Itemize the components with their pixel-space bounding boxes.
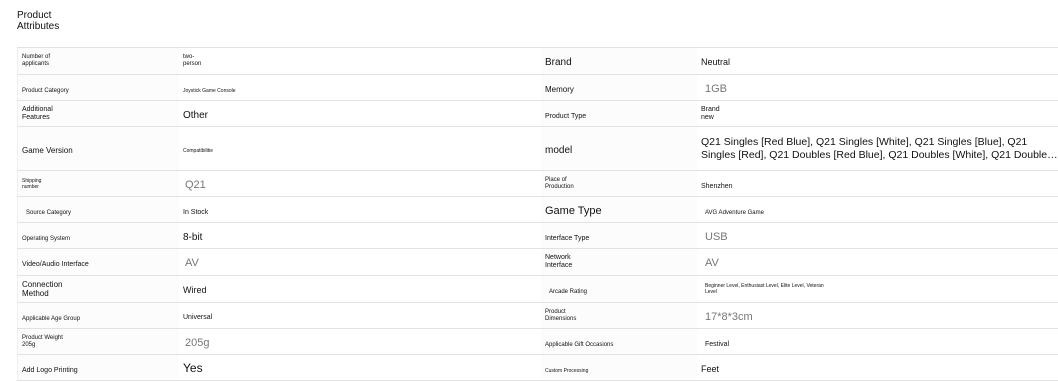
attributes-table: Number of applicants two- person Brand N… bbox=[17, 47, 1058, 381]
attr-label: Game Type bbox=[541, 196, 697, 223]
attr-value: Other bbox=[179, 100, 541, 127]
table-row: Source Category In Stock Game Type AVG A… bbox=[17, 196, 1058, 223]
attr-value: Festival bbox=[697, 328, 1058, 355]
attr-value: Beginner Level, Enthusiast Level, Elite … bbox=[697, 275, 1058, 303]
attr-value: In Stock bbox=[179, 196, 541, 223]
attr-label: model bbox=[541, 126, 697, 171]
attr-value: AVG Adventure Game bbox=[697, 196, 1058, 223]
table-row: Additional Features Other Product Type B… bbox=[17, 100, 1058, 127]
attr-value: Neutral bbox=[697, 47, 1058, 75]
table-row: Product Category Joystick Game Console M… bbox=[17, 74, 1058, 101]
attr-label: Product Category bbox=[17, 74, 179, 101]
attr-label: Game Version bbox=[17, 126, 179, 171]
attr-value: Yes bbox=[179, 354, 541, 381]
attr-label: Memory bbox=[541, 74, 697, 101]
table-row: Video/Audio Interface AV Network Interfa… bbox=[17, 248, 1058, 276]
attr-value: Q21 bbox=[179, 170, 541, 197]
attr-value: two- person bbox=[179, 47, 541, 75]
table-row: Number of applicants two- person Brand N… bbox=[17, 47, 1058, 75]
attr-value: USB bbox=[697, 222, 1058, 249]
attr-value: Joystick Game Console bbox=[179, 74, 541, 101]
attr-label: Additional Features bbox=[17, 100, 179, 127]
attr-value: 205g bbox=[179, 328, 541, 355]
attr-label: Connection Method bbox=[17, 275, 179, 303]
attr-label: Add Logo Printing bbox=[17, 354, 179, 381]
table-row: Add Logo Printing Yes Custom Processing … bbox=[17, 354, 1058, 381]
table-row: Connection Method Wired Arcade Rating Be… bbox=[17, 275, 1058, 303]
attr-label: Applicable Gift Occasions bbox=[541, 328, 697, 355]
attr-label: Brand bbox=[541, 47, 697, 75]
attr-label: Network Interface bbox=[541, 248, 697, 276]
table-row: Product Weight 205g 205g Applicable Gift… bbox=[17, 328, 1058, 355]
attr-label: Custom Processing bbox=[541, 354, 697, 381]
attr-value: 1GB bbox=[697, 74, 1058, 101]
attr-label: Interface Type bbox=[541, 222, 697, 249]
page-title: Product Attributes bbox=[17, 10, 60, 32]
attr-value: Shenzhen bbox=[697, 170, 1058, 197]
attr-label: Product Dimensions bbox=[541, 302, 697, 329]
attr-label: Video/Audio Interface bbox=[17, 248, 179, 276]
table-row: Shipping number Q21 Place of Production … bbox=[17, 170, 1058, 197]
attr-value: Brand new bbox=[697, 100, 1058, 127]
attr-value: 8-bit bbox=[179, 222, 541, 249]
table-row: Game Version Compatibilitie model Q21 Si… bbox=[17, 126, 1058, 171]
attr-value: AV bbox=[697, 248, 1058, 276]
attr-label: Source Category bbox=[17, 196, 179, 223]
attr-label: Place of Production bbox=[541, 170, 697, 197]
attr-label: Number of applicants bbox=[17, 47, 179, 75]
table-row: Applicable Age Group Universal Product D… bbox=[17, 302, 1058, 329]
attr-value: 17*8*3cm bbox=[697, 302, 1058, 329]
attr-value: Universal bbox=[179, 302, 541, 329]
attr-label: Applicable Age Group bbox=[17, 302, 179, 329]
table-row: Operating System 8-bit Interface Type US… bbox=[17, 222, 1058, 249]
attr-label: Operating System bbox=[17, 222, 179, 249]
attr-value: AV bbox=[179, 248, 541, 276]
attr-value: Q21 Singles [Red Blue], Q21 Singles [Whi… bbox=[697, 126, 1058, 171]
attr-label: Product Weight 205g bbox=[17, 328, 179, 355]
attr-value: Feet bbox=[697, 354, 1058, 381]
attr-value: Wired bbox=[179, 275, 541, 303]
attr-label: Shipping number bbox=[17, 170, 179, 197]
attr-label: Arcade Rating bbox=[541, 275, 697, 303]
attr-label: Product Type bbox=[541, 100, 697, 127]
attr-value: Compatibilitie bbox=[179, 126, 541, 171]
